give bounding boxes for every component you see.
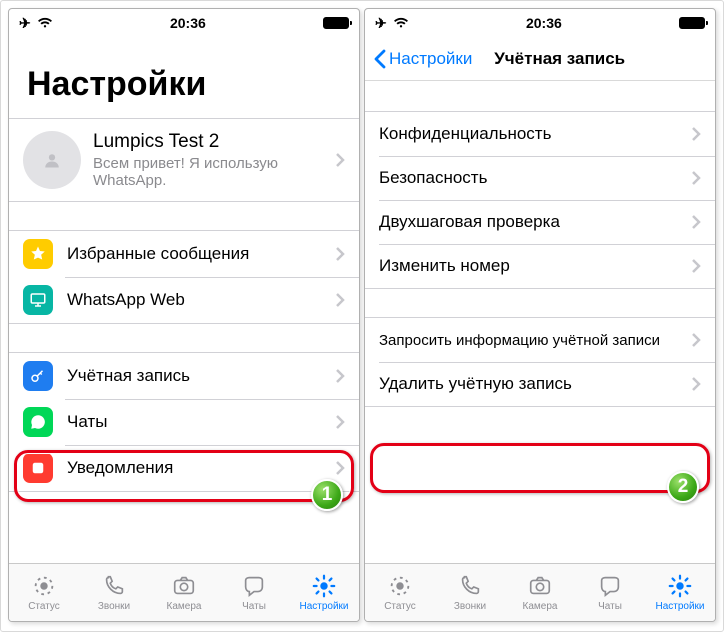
profile-row[interactable]: Lumpics Test 2 Всем привет! Я использую …	[9, 119, 359, 201]
status-bar: ✈︎ 20:36	[9, 9, 359, 37]
tab-calls[interactable]: Звонки	[435, 564, 505, 621]
list-item-label: Конфиденциальность	[379, 124, 691, 144]
tab-label: Камера	[523, 601, 558, 612]
list-item[interactable]: Изменить номер	[365, 244, 715, 288]
chevron-right-icon	[335, 414, 345, 430]
tab-label: Камера	[167, 601, 202, 612]
wifi-icon	[37, 17, 53, 29]
tab-label: Чаты	[242, 601, 266, 612]
chevron-right-icon	[335, 152, 345, 168]
tab-bar: Статус Звонки Камера Чаты Настройки	[9, 563, 359, 621]
tab-status[interactable]: Статус	[365, 564, 435, 621]
airplane-icon: ✈︎	[375, 15, 387, 32]
list-item[interactable]: WhatsApp Web	[9, 277, 359, 323]
list-item[interactable]: Двухшаговая проверка	[365, 200, 715, 244]
profile-name: Lumpics Test 2	[93, 131, 335, 153]
chevron-right-icon	[335, 368, 345, 384]
chevron-right-icon	[335, 292, 345, 308]
list-item-label: Безопасность	[379, 168, 691, 188]
tab-chats[interactable]: Чаты	[219, 564, 289, 621]
screen-settings: ✈︎ 20:36 Настройки Lumpics Test 2 Всем п…	[8, 8, 360, 622]
list-item[interactable]: Учётная запись	[9, 353, 359, 399]
chevron-right-icon	[691, 214, 701, 230]
list-item-label: Уведомления	[67, 458, 335, 478]
list-item-label: WhatsApp Web	[67, 290, 335, 310]
square-icon	[23, 453, 53, 483]
list-item-label: Избранные сообщения	[67, 244, 335, 264]
list-item[interactable]: Безопасность	[365, 156, 715, 200]
list-item[interactable]: Уведомления	[9, 445, 359, 491]
profile-status: Всем привет! Я использую WhatsApp.	[93, 155, 335, 189]
chevron-right-icon	[691, 376, 701, 392]
tab-chats[interactable]: Чаты	[575, 564, 645, 621]
list-item-label: Учётная запись	[67, 366, 335, 386]
page-title: Настройки	[9, 37, 359, 118]
tab-label: Настройки	[655, 601, 704, 612]
chevron-right-icon	[335, 460, 345, 476]
airplane-icon: ✈︎	[19, 15, 31, 32]
list-item-label: Запросить информацию учётной записи	[379, 332, 691, 349]
tab-label: Статус	[384, 601, 416, 612]
chevron-right-icon	[691, 170, 701, 186]
list-item[interactable]: Запросить информацию учётной записи	[365, 318, 715, 362]
key-icon	[23, 361, 53, 391]
tab-label: Чаты	[598, 601, 622, 612]
clock: 20:36	[170, 15, 206, 31]
tab-status[interactable]: Статус	[9, 564, 79, 621]
chevron-right-icon	[691, 258, 701, 274]
chevron-right-icon	[691, 126, 701, 142]
battery-icon	[323, 17, 349, 29]
highlight-delete	[370, 443, 710, 493]
battery-icon	[679, 17, 705, 29]
tab-label: Звонки	[98, 601, 130, 612]
nav-title: Учётная запись	[412, 49, 707, 69]
list-item-label: Чаты	[67, 412, 335, 432]
star-icon	[23, 239, 53, 269]
tab-settings[interactable]: Настройки	[645, 564, 715, 621]
tab-settings[interactable]: Настройки	[289, 564, 359, 621]
list-item[interactable]: Чаты	[9, 399, 359, 445]
tab-label: Звонки	[454, 601, 486, 612]
monitor-icon	[23, 285, 53, 315]
badge-1: 1	[311, 479, 343, 511]
tab-label: Настройки	[299, 601, 348, 612]
list-item[interactable]: Конфиденциальность	[365, 112, 715, 156]
tab-bar: Статус Звонки Камера Чаты Настройки	[365, 563, 715, 621]
list-item-label: Двухшаговая проверка	[379, 212, 691, 232]
chevron-right-icon	[335, 246, 345, 262]
list-item[interactable]: Избранные сообщения	[9, 231, 359, 277]
list-item-label: Изменить номер	[379, 256, 691, 276]
tab-label: Статус	[28, 601, 60, 612]
screen-account: ✈︎ 20:36 Настройки Учётная запись Конфид…	[364, 8, 716, 622]
avatar	[23, 131, 81, 189]
nav-bar: Настройки Учётная запись	[365, 37, 715, 81]
list-item-label: Удалить учётную запись	[379, 374, 691, 394]
status-bar: ✈︎ 20:36	[365, 9, 715, 37]
tab-camera[interactable]: Камера	[505, 564, 575, 621]
tab-calls[interactable]: Звонки	[79, 564, 149, 621]
tab-camera[interactable]: Камера	[149, 564, 219, 621]
bubble-icon	[23, 407, 53, 437]
badge-2: 2	[667, 471, 699, 503]
chevron-right-icon	[691, 332, 701, 348]
clock: 20:36	[526, 15, 562, 31]
wifi-icon	[393, 17, 409, 29]
list-item[interactable]: Удалить учётную запись	[365, 362, 715, 406]
